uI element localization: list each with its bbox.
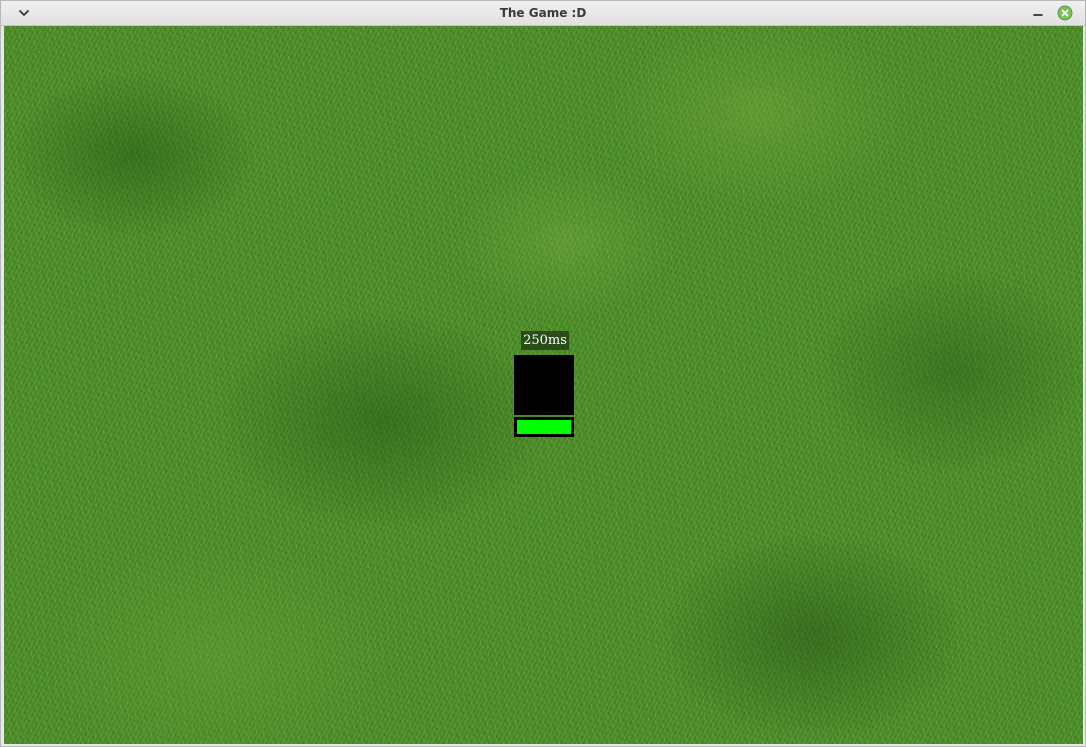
minimize-icon[interactable] — [1031, 5, 1045, 19]
ping-label: 250ms — [521, 331, 569, 350]
game-window: The Game :D 250ms — [0, 0, 1086, 747]
window-title: The Game :D — [499, 6, 587, 20]
health-bar — [514, 417, 574, 437]
close-icon[interactable] — [1057, 5, 1073, 21]
health-bar-fill — [517, 420, 571, 434]
player-square — [514, 355, 574, 415]
title-bar[interactable]: The Game :D — [1, 1, 1085, 26]
game-canvas[interactable]: 250ms — [4, 26, 1083, 744]
